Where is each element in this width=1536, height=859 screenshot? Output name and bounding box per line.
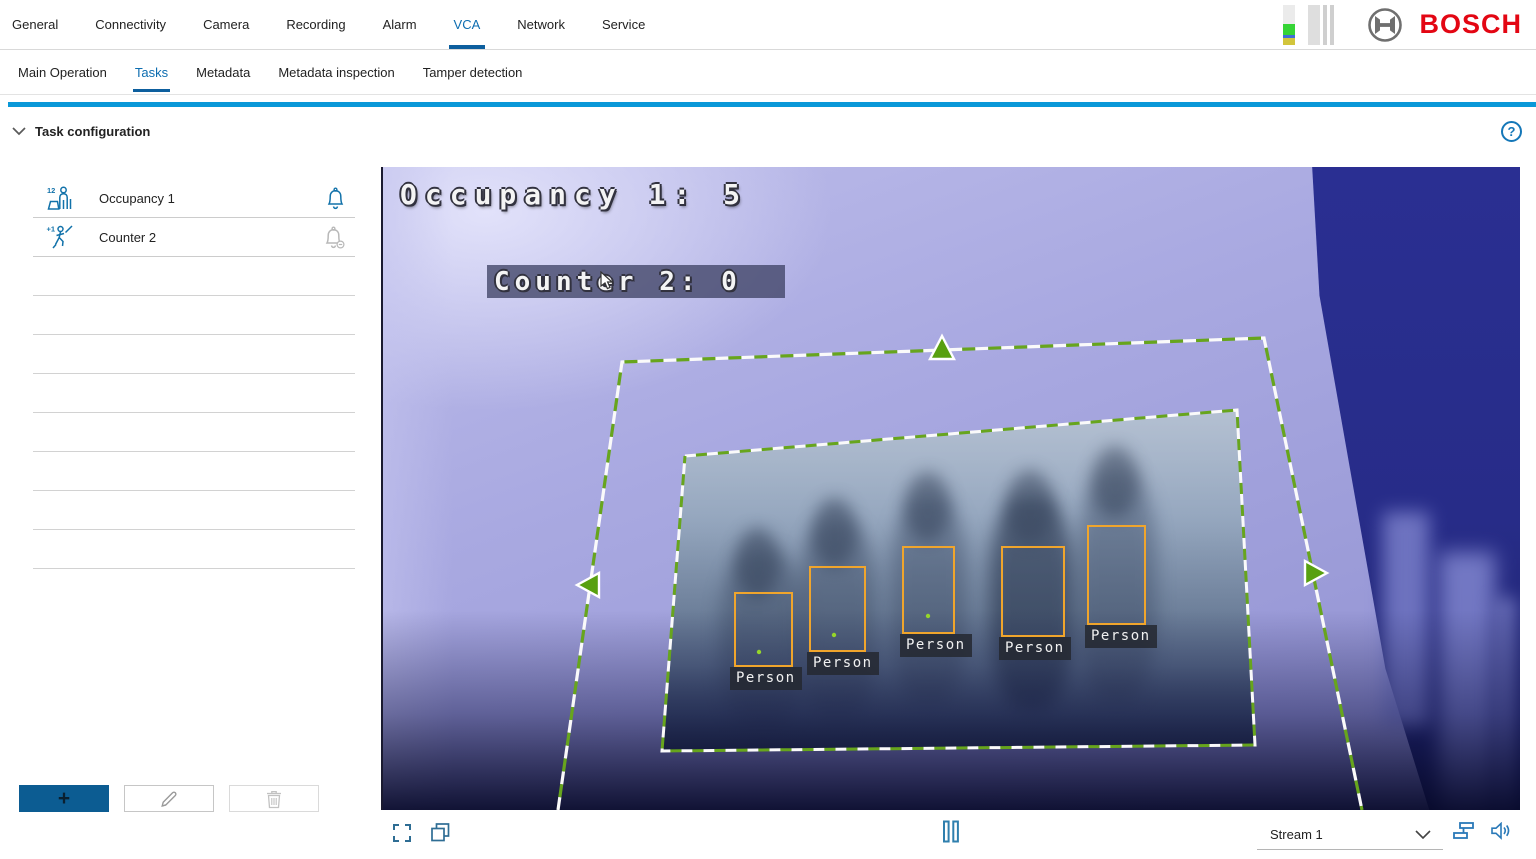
brand-wordmark: BOSCH — [1419, 9, 1522, 40]
task-row-empty[interactable] — [33, 452, 355, 491]
stream-select-value: Stream 1 — [1257, 827, 1323, 842]
tab-main-operation[interactable]: Main Operation — [18, 50, 107, 94]
tab-alarm[interactable]: Alarm — [383, 0, 417, 49]
occupancy-task-icon: 12 — [46, 184, 76, 212]
chevron-down-icon[interactable] — [12, 127, 26, 136]
pause-icon[interactable] — [942, 820, 959, 843]
tab-vca[interactable]: VCA — [454, 0, 481, 49]
task-list-panel: 12 Occupancy 1 +1 — [33, 179, 355, 569]
pencil-icon — [159, 789, 179, 809]
video-player[interactable]: Occupancy 1: 5 Counter 2: 0 Person Perso… — [381, 167, 1520, 810]
osd-occupancy-counter[interactable]: Occupancy 1: 5 — [400, 178, 748, 211]
tab-tamper-detection[interactable]: Tamper detection — [423, 50, 523, 94]
page-title: Task configuration — [35, 124, 150, 139]
vca-sub-tabs: Main Operation Tasks Metadata Metadata i… — [0, 50, 1536, 95]
task-label: Occupancy 1 — [99, 191, 175, 206]
task-list-empty-rows — [33, 257, 355, 569]
edit-task-button[interactable] — [124, 785, 214, 812]
person-label: Person — [900, 634, 972, 657]
tab-metadata[interactable]: Metadata — [196, 50, 250, 94]
tab-tasks[interactable]: Tasks — [135, 50, 168, 94]
bar-indicator-icon — [1308, 5, 1334, 45]
person-label: Person — [999, 637, 1071, 660]
field-arrow-up-icon[interactable] — [930, 336, 954, 359]
tab-metadata-inspection[interactable]: Metadata inspection — [278, 50, 394, 94]
task-row-empty[interactable] — [33, 413, 355, 452]
video-controls-bar: Stream 1 — [381, 810, 1520, 857]
occupancy-field-outline[interactable] — [558, 338, 1362, 810]
display-size-icon[interactable] — [1452, 822, 1475, 840]
tab-service[interactable]: Service — [602, 0, 645, 49]
task-row-empty[interactable] — [33, 491, 355, 530]
task-row-empty[interactable] — [33, 257, 355, 296]
counter-task-icon: +1 — [46, 223, 76, 251]
mouse-cursor — [599, 271, 615, 290]
bell-icon[interactable] — [325, 187, 346, 210]
add-task-button[interactable]: + — [19, 785, 109, 812]
bell-disabled-icon[interactable] — [323, 226, 346, 249]
bosch-logo: BOSCH — [1366, 6, 1522, 44]
chevron-down-icon — [1415, 830, 1431, 839]
level-gauge-icon — [1283, 5, 1295, 45]
task-label: Counter 2 — [99, 230, 156, 245]
video-section: Occupancy 1: 5 Counter 2: 0 Person Perso… — [381, 167, 1520, 857]
trash-icon — [264, 789, 284, 809]
tab-connectivity[interactable]: Connectivity — [95, 0, 166, 49]
top-navigation-bar: General Connectivity Camera Recording Al… — [0, 0, 1536, 50]
svg-text:+1: +1 — [47, 225, 56, 234]
person-label: Person — [1085, 625, 1157, 648]
task-row-counter[interactable]: +1 Counter 2 — [33, 218, 355, 257]
vca-overlay-graphics — [383, 167, 1520, 810]
stream-select[interactable]: Stream 1 — [1257, 819, 1443, 850]
task-row-empty[interactable] — [33, 374, 355, 413]
svg-text:12: 12 — [47, 186, 55, 195]
person-label: Person — [730, 667, 802, 690]
osd-counter-box[interactable]: Counter 2: 0 — [487, 265, 785, 298]
task-row-empty[interactable] — [33, 530, 355, 569]
main-tabs: General Connectivity Camera Recording Al… — [12, 0, 682, 49]
task-row-empty[interactable] — [33, 296, 355, 335]
speaker-icon[interactable] — [1491, 822, 1511, 840]
fullscreen-icon[interactable] — [393, 824, 411, 842]
copy-frames-icon[interactable] — [431, 823, 450, 842]
bosch-anvil-icon — [1366, 6, 1404, 44]
person-label: Person — [807, 652, 879, 675]
tab-general[interactable]: General — [12, 0, 58, 49]
task-row-occupancy[interactable]: 12 Occupancy 1 — [33, 179, 355, 218]
tab-recording[interactable]: Recording — [286, 0, 345, 49]
delete-task-button[interactable] — [229, 785, 319, 812]
help-button[interactable]: ? — [1501, 121, 1522, 142]
counter-field-outline[interactable] — [662, 410, 1255, 751]
tab-network[interactable]: Network — [517, 0, 565, 49]
tab-camera[interactable]: Camera — [203, 0, 249, 49]
task-row-empty[interactable] — [33, 335, 355, 374]
